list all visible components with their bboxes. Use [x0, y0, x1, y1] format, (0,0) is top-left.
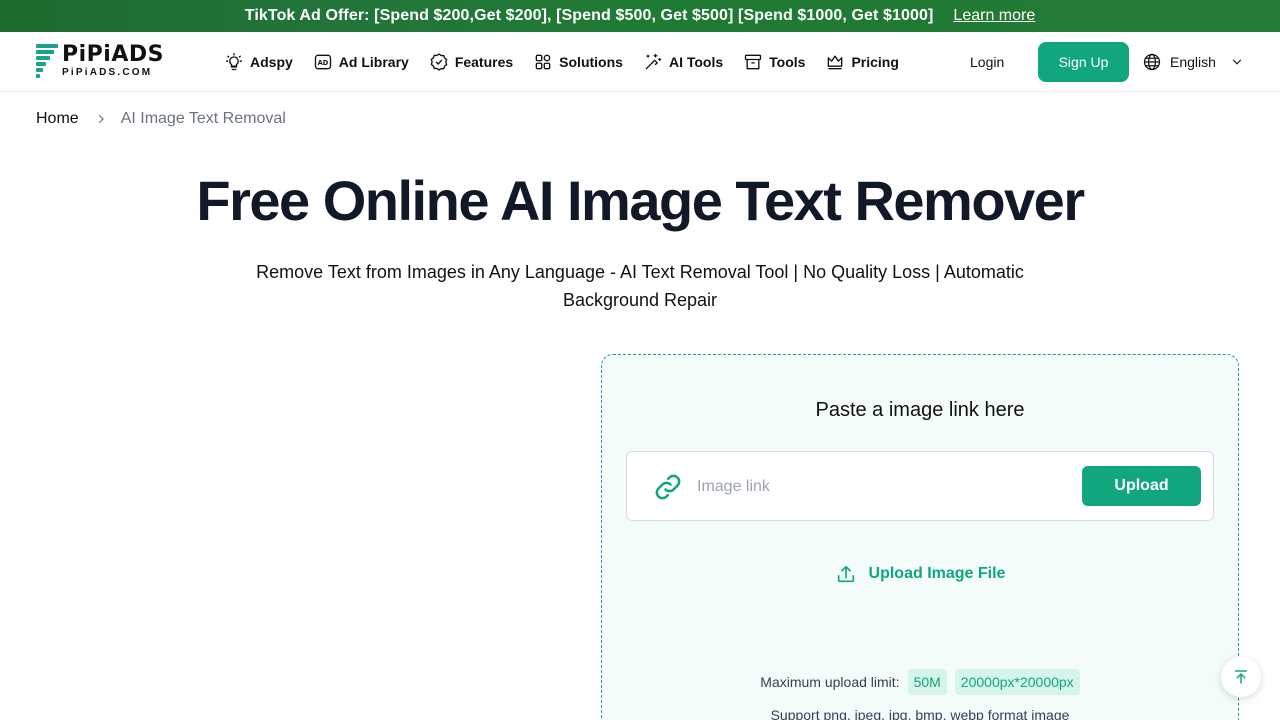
svg-text:AD: AD [317, 59, 328, 67]
nav-solutions-label: Solutions [559, 54, 623, 70]
promo-text: TikTok Ad Offer: [Spend $200,Get $200], … [244, 7, 934, 24]
upload-image-file-label: Upload Image File [868, 565, 1006, 582]
upload-card-title: Paste a image link here [815, 399, 1025, 421]
lightbulb-icon [225, 53, 243, 71]
top-navbar: PiPiADS PiPiADS.COM Adspy AD Ad Library … [0, 32, 1280, 92]
logo-title: PiPiADS [62, 42, 164, 67]
signup-button[interactable]: Sign Up [1038, 42, 1129, 82]
promo-banner: TikTok Ad Offer: [Spend $200,Get $200], … [0, 0, 1280, 32]
grid-icon [535, 54, 551, 70]
nav-features[interactable]: Features [429, 32, 513, 92]
upload-button[interactable]: Upload [1082, 466, 1201, 506]
language-selector[interactable]: English [1142, 32, 1244, 92]
logo-subtitle: PiPiADS.COM [62, 67, 153, 78]
image-link-input[interactable] [697, 470, 1067, 504]
limit-size-tag: 50M [907, 669, 947, 695]
breadcrumb-home[interactable]: Home [36, 110, 79, 128]
link-icon [655, 474, 681, 500]
learn-more-link[interactable]: Learn more [953, 7, 1035, 25]
nav-tools-label: Tools [769, 54, 806, 70]
upload-image-file-button[interactable]: Upload Image File [602, 563, 1238, 585]
nav-adspy-label: Adspy [250, 54, 293, 70]
nav-pricing-label: Pricing [851, 54, 899, 70]
chevron-down-icon [1232, 59, 1242, 65]
limit-dims-tag: 20000px*20000px [954, 669, 1080, 695]
nav-ai-tools[interactable]: AI Tools [643, 32, 723, 92]
chevron-right-icon [98, 114, 104, 124]
image-link-box: Upload [626, 451, 1214, 521]
arrow-up-icon [1235, 670, 1247, 684]
login-link[interactable]: Login [970, 32, 1004, 92]
magic-wand-icon [645, 53, 662, 70]
breadcrumb: Home AI Image Text Removal [36, 110, 286, 128]
nav-solutions[interactable]: Solutions [533, 32, 623, 92]
upload-limits: Maximum upload limit: 50M 20000px*20000p… [602, 669, 1238, 695]
upload-icon [837, 565, 854, 583]
supported-formats: Support png, jpeg, jpg, bmp, webp format… [770, 707, 1070, 720]
page-title: Free Online AI Image Text Remover [196, 169, 1085, 232]
crown-icon [828, 55, 843, 70]
verified-badge-icon [430, 53, 448, 71]
nav-ai-tools-label: AI Tools [668, 54, 724, 70]
page-subtitle: Remove Text from Images in Any Language … [256, 262, 1024, 310]
main-nav: Adspy AD Ad Library Features Solutions A… [224, 32, 899, 92]
nav-ad-library[interactable]: AD Ad Library [313, 32, 409, 92]
nav-ad-library-label: Ad Library [338, 54, 409, 70]
limit-label: Maximum upload limit: [760, 674, 900, 690]
pipiads-logo[interactable]: PiPiADS PiPiADS.COM [36, 44, 164, 78]
nav-adspy[interactable]: Adspy [224, 32, 293, 92]
globe-icon [1143, 53, 1161, 71]
upload-card: Paste a image link here Upload Upload Im… [601, 354, 1239, 720]
nav-pricing[interactable]: Pricing [825, 32, 899, 92]
archive-box-icon [744, 54, 762, 70]
language-label: English [1170, 54, 1216, 70]
logo-mark-icon [36, 44, 58, 78]
breadcrumb-current: AI Image Text Removal [120, 110, 286, 127]
ad-badge-icon: AD [314, 54, 331, 70]
nav-features-label: Features [454, 54, 514, 70]
back-to-top-button[interactable] [1221, 657, 1261, 697]
nav-tools[interactable]: Tools [743, 32, 805, 92]
